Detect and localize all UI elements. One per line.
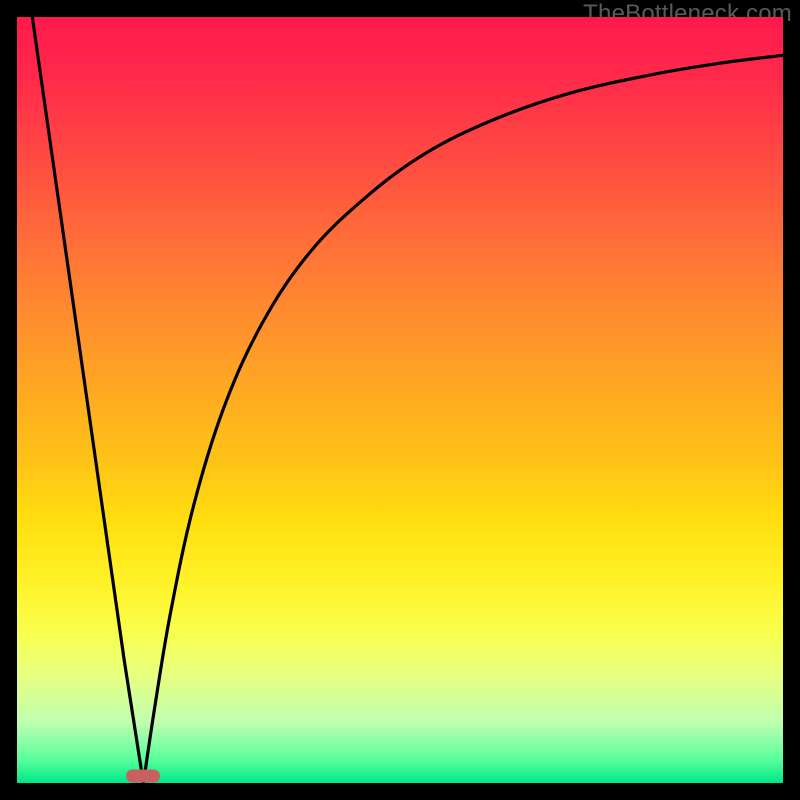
bottleneck-marker [126,770,160,783]
chart-frame [17,17,783,783]
curve-left-segment [32,17,143,783]
chart-curve-layer [17,17,783,783]
curve-right-segment [143,55,783,783]
